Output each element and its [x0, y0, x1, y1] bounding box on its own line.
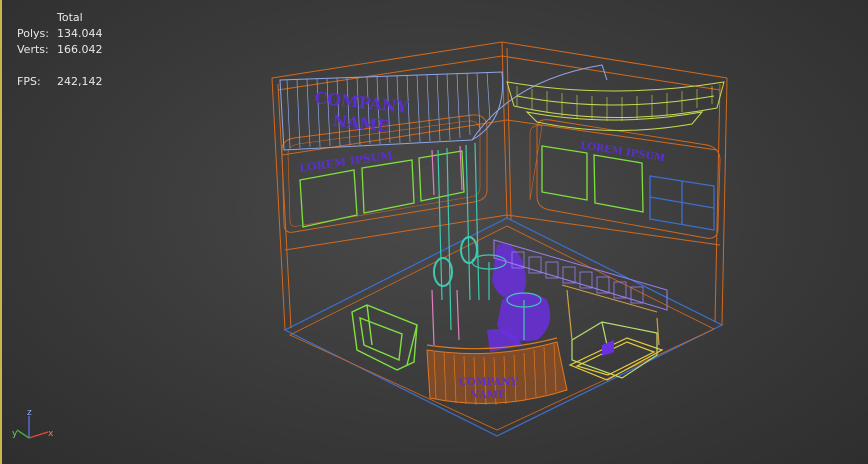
armchair	[351, 304, 418, 371]
header-sign-line1: COMPANY	[314, 88, 410, 117]
ceiling-chandelier	[506, 81, 725, 132]
header-sign: COMPANY NAME	[279, 64, 608, 151]
perspective-viewport[interactable]: Total Polys: 134.044 Verts: 166.042 FPS:…	[0, 0, 868, 464]
counter-text-line2: NAME	[470, 390, 506, 401]
counter-text-line1: COMPANY	[459, 377, 518, 388]
right-wall-text: LOREM IPSUM	[580, 140, 666, 164]
side-display	[566, 289, 664, 381]
wireframe-scene[interactable]: LOREM IPSUM LOREM IPSUM COMPANY NAME COM…	[2, 0, 868, 464]
bar-stools	[471, 244, 551, 352]
axis-z-label: z	[27, 408, 32, 418]
front-counter: COMPANY NAME	[426, 337, 568, 406]
right-wall-panel	[529, 119, 721, 239]
axis-gizmo: z x y	[12, 408, 54, 439]
axis-y-label: y	[12, 429, 18, 439]
axis-x-label: x	[48, 429, 54, 439]
